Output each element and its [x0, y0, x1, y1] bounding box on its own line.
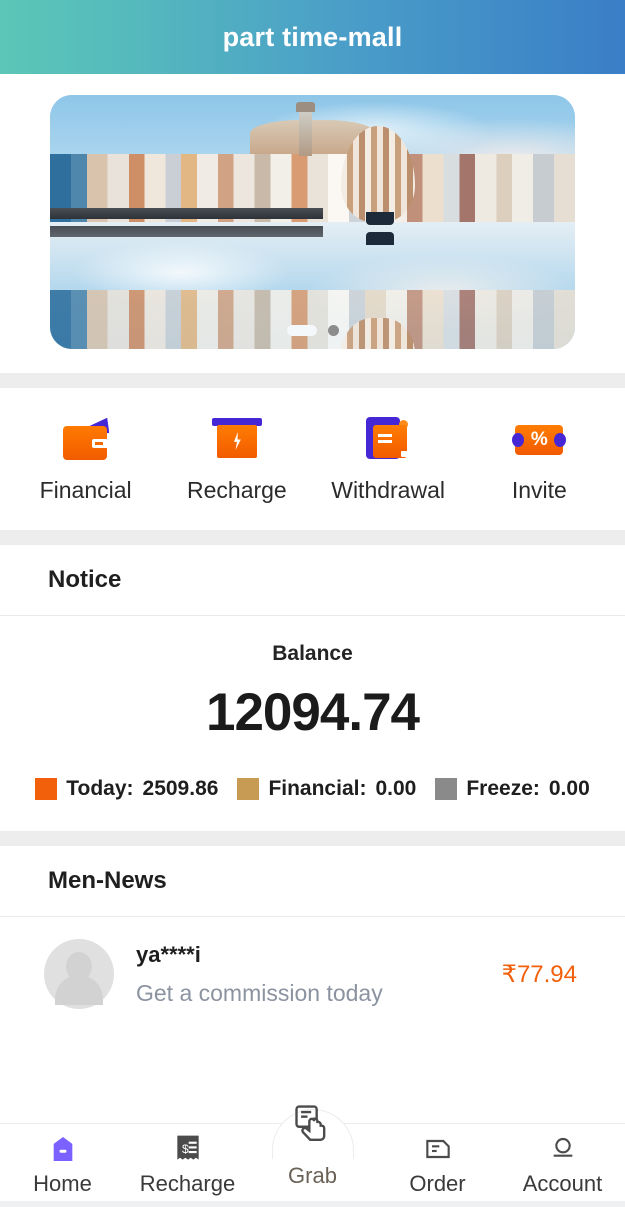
banner-carousel[interactable]: [0, 74, 625, 373]
svg-text:$: $: [182, 1142, 189, 1156]
balance-legend: Today: 2509.86 Financial: 0.00 Freeze: 0…: [0, 777, 625, 801]
section-divider-2: [0, 530, 625, 545]
legend-value-today: 2509.86: [142, 777, 219, 800]
home-indicator-strip: [0, 1201, 625, 1207]
tab-recharge[interactable]: $ Recharge: [125, 1124, 250, 1197]
app-screen: part time-mall Financial Recharge Withdr…: [0, 0, 625, 1207]
hand-tap-icon: [291, 1102, 335, 1151]
receipt-dollar-icon: $: [172, 1133, 204, 1165]
tab-label-account: Account: [522, 1171, 603, 1196]
withdrawal-icon: [361, 414, 415, 462]
legend-value-freeze: 0.00: [548, 777, 590, 800]
banner-bridge-reflection: [50, 226, 323, 237]
news-text-block: ya****i Get a commission today: [136, 942, 502, 1007]
tab-label-order: Order: [409, 1171, 466, 1196]
notice-section-title: Notice: [0, 545, 625, 615]
quick-actions: Financial Recharge Withdrawal % Invite: [0, 388, 625, 530]
quick-action-label: Financial: [39, 477, 132, 503]
banner-balloon-basket: [366, 212, 395, 225]
tab-home[interactable]: Home: [0, 1124, 125, 1197]
banner-balloon-basket-reflection: [366, 232, 395, 245]
balance-label: Balance: [272, 642, 353, 665]
avatar: [44, 939, 114, 1009]
tab-account[interactable]: Account: [500, 1124, 625, 1197]
banner-city-reflection: [50, 290, 575, 349]
order-doc-icon: [422, 1133, 454, 1165]
legend-item-financial: Financial: 0.00: [237, 777, 416, 801]
banner-slide[interactable]: [50, 95, 575, 349]
carousel-dot-1[interactable]: [286, 325, 317, 336]
quick-action-label: Invite: [511, 477, 567, 503]
legend-swatch-today: [35, 778, 58, 800]
quick-action-label: Recharge: [187, 477, 287, 503]
section-divider-1: [0, 373, 625, 388]
news-section-title: Men-News: [0, 846, 625, 916]
balance-amount: 12094.74: [205, 683, 420, 742]
tab-grab[interactable]: Grab: [250, 1105, 375, 1189]
home-icon: [47, 1133, 79, 1165]
page-title: part time-mall: [222, 21, 403, 52]
news-amount: ₹77.94: [501, 960, 577, 988]
quick-action-withdrawal[interactable]: Withdrawal: [313, 414, 464, 504]
legend-label-today: Today:: [66, 777, 134, 800]
tab-label-recharge: Recharge: [139, 1171, 236, 1196]
legend-item-today: Today: 2509.86: [35, 777, 218, 801]
app-header: part time-mall: [0, 0, 625, 74]
tab-label-home: Home: [33, 1171, 92, 1196]
quick-action-invite[interactable]: % Invite: [464, 414, 615, 504]
news-user-name: ya****i: [136, 941, 201, 967]
section-divider-3: [0, 831, 625, 846]
legend-label-financial: Financial:: [268, 777, 367, 800]
quick-action-financial[interactable]: Financial: [10, 414, 161, 504]
carousel-indicators[interactable]: [50, 325, 575, 336]
quick-action-label: Withdrawal: [331, 477, 445, 503]
tab-order[interactable]: Order: [375, 1124, 500, 1197]
quick-action-recharge[interactable]: Recharge: [161, 414, 312, 504]
legend-item-freeze: Freeze: 0.00: [435, 777, 590, 801]
carousel-dot-2[interactable]: [327, 325, 339, 336]
person-circle-icon: [547, 1133, 579, 1165]
bottom-navigation: Home $ Recharge Grab Order Account: [0, 1105, 625, 1207]
legend-swatch-financial: [237, 778, 260, 800]
recharge-icon: [210, 414, 264, 462]
legend-value-financial: 0.00: [375, 777, 417, 800]
tab-label-grab: Grab: [288, 1163, 337, 1188]
list-item[interactable]: ya****i Get a commission today ₹77.94: [0, 917, 625, 1031]
banner-bridge: [50, 208, 323, 219]
ticket-percent-icon: %: [512, 414, 567, 462]
banner-galata-tower: [296, 102, 316, 156]
news-subtitle: Get a commission today: [136, 979, 383, 1006]
wallet-icon: [59, 414, 113, 462]
legend-label-freeze: Freeze:: [466, 777, 540, 800]
balance-panel: Balance 12094.74 Today: 2509.86 Financia…: [0, 616, 625, 831]
legend-swatch-freeze: [435, 778, 458, 800]
